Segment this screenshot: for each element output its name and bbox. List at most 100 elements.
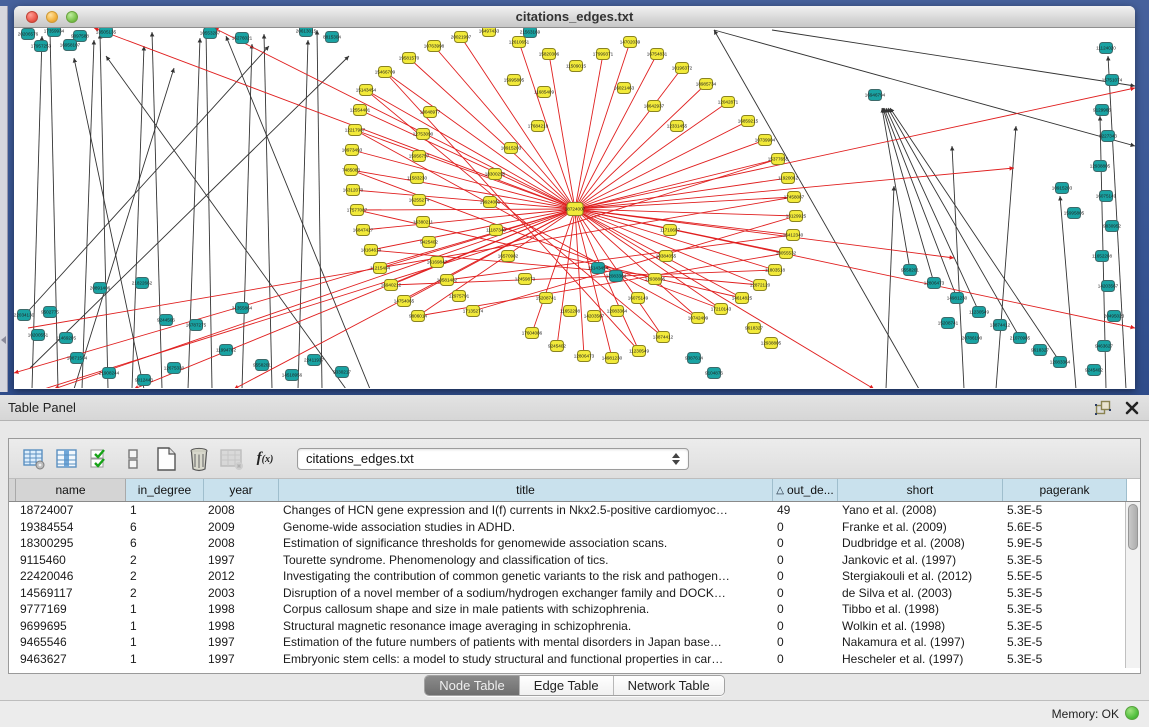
citation-edge-red[interactable]	[575, 209, 874, 388]
table-row[interactable]: 1872400712008Changes of HCN gene express…	[9, 502, 1140, 519]
graph-node-label: 12083364	[606, 274, 627, 279]
table-row[interactable]: 969969511998Structural magnetic resonanc…	[9, 618, 1140, 635]
citation-edge-red[interactable]	[575, 54, 657, 209]
column-header-short[interactable]: short	[838, 479, 1003, 501]
cell-title: Embryonic stem cells: a model to study s…	[279, 651, 773, 668]
cell-pagerank: 5.3E-5	[1003, 585, 1127, 602]
function-icon[interactable]: f(x)	[250, 444, 280, 474]
graph-node-label: 12083364	[607, 309, 628, 314]
graph-node-label: 19924001	[480, 200, 501, 205]
table-body: 1872400712008Changes of HCN gene express…	[9, 502, 1140, 668]
citation-edge-black[interactable]	[996, 126, 1016, 388]
trash-icon[interactable]	[184, 444, 214, 474]
status-bar: Memory: OK	[0, 700, 1149, 727]
network-window-titlebar[interactable]: citations_edges.txt	[14, 6, 1135, 28]
table-row[interactable]: 1456911722003Disruption of a novel membe…	[9, 585, 1140, 602]
row-checks-icon[interactable]	[85, 444, 115, 474]
memory-status-icon[interactable]	[1125, 706, 1139, 720]
citation-edge-red[interactable]	[94, 28, 575, 209]
column-header-gutter[interactable]	[9, 479, 16, 501]
graph-node-label: 11124020	[1096, 46, 1116, 51]
citation-edge-black[interactable]	[264, 34, 272, 388]
citation-edge-black[interactable]	[952, 146, 964, 388]
citation-edge-red[interactable]	[353, 190, 575, 209]
citation-edge-black[interactable]	[74, 68, 174, 388]
graph-node-label: 9425402	[420, 240, 438, 245]
scrollbar-thumb[interactable]	[1128, 504, 1138, 550]
vertical-scrollbar[interactable]	[1125, 502, 1140, 668]
graph-node-label: 10871504	[67, 356, 88, 361]
column-header-name[interactable]: name	[16, 479, 126, 501]
citation-edge-black[interactable]	[50, 32, 58, 388]
citation-edge-red[interactable]	[355, 130, 575, 209]
citation-edge-black[interactable]	[772, 30, 1135, 86]
cell-title: Corpus callosum shape and size in male p…	[279, 601, 773, 618]
table-settings-icon[interactable]	[19, 444, 49, 474]
citation-edge-black[interactable]	[890, 108, 1060, 362]
network-canvas[interactable]: 2020657617359934909758813505135179572531…	[14, 28, 1135, 388]
citation-edge-black[interactable]	[298, 40, 308, 388]
cell-name: 9115460	[16, 552, 126, 569]
cell-year: 2008	[204, 535, 279, 552]
cell-year: 1997	[204, 552, 279, 569]
graph-node-label: 12217987	[345, 128, 366, 133]
table-row[interactable]: 1830029562008Estimation of significance …	[9, 535, 1140, 552]
graph-node-label: 14754065	[394, 299, 415, 304]
graph-node-label: 20495023	[1104, 314, 1125, 319]
table-row[interactable]: 946554611997Estimation of the future num…	[9, 634, 1140, 651]
table-row[interactable]: 946362711997Embryonic stem cells: a mode…	[9, 651, 1140, 668]
table-disabled-icon	[217, 444, 247, 474]
tab-edge-table[interactable]: Edge Table	[520, 676, 614, 695]
citation-edge-red[interactable]	[214, 28, 575, 209]
graph-node-label: 17359934	[44, 29, 65, 34]
float-panel-icon[interactable]	[1095, 400, 1111, 416]
citation-edge-black[interactable]	[884, 108, 957, 298]
citation-edge-red[interactable]	[28, 197, 794, 328]
citation-edge-red[interactable]	[575, 102, 728, 209]
column-header-title[interactable]: title	[279, 479, 773, 501]
cell-year: 2009	[204, 519, 279, 536]
citation-edge-red[interactable]	[575, 209, 775, 270]
citation-edge-black[interactable]	[106, 56, 346, 388]
citation-edge-red[interactable]	[575, 209, 954, 258]
tab-node-table[interactable]: Node Table	[425, 676, 520, 695]
citation-edge-black[interactable]	[82, 40, 94, 388]
column-header-out_degree[interactable]: △out_de...	[773, 479, 838, 501]
cell-out_degree: 0	[773, 535, 838, 552]
network-svg: 2020657617359934909758813505135179572531…	[14, 28, 1135, 388]
cell-name: 9465546	[16, 634, 126, 651]
citation-edge-red[interactable]	[357, 209, 575, 210]
close-panel-icon[interactable]	[1125, 401, 1139, 415]
cell-out_degree: 0	[773, 618, 838, 635]
tab-network-table[interactable]: Network Table	[614, 676, 724, 695]
column-header-in_degree[interactable]: in_degree	[126, 479, 204, 501]
rows-icon[interactable]	[118, 444, 148, 474]
column-header-year[interactable]: year	[204, 479, 279, 501]
citation-edge-black[interactable]	[152, 32, 162, 388]
table-row[interactable]: 977716911998Corpus callosum shape and si…	[9, 601, 1140, 618]
panel-collapse-arrow-icon[interactable]	[1, 336, 6, 344]
cell-title: Disruption of a novel member of a sodium…	[279, 585, 773, 602]
table-row[interactable]: 1938455462009Genome-wide association stu…	[9, 519, 1140, 536]
table-select-dropdown[interactable]: citations_edges.txt	[297, 448, 689, 470]
table-columns-icon[interactable]	[52, 444, 82, 474]
column-header-pagerank[interactable]: pagerank	[1003, 479, 1127, 501]
graph-node-label: 14981230	[602, 356, 623, 361]
citation-edge-black[interactable]	[188, 38, 200, 388]
citation-edge-black[interactable]	[714, 30, 1135, 146]
citation-edge-black[interactable]	[886, 186, 894, 388]
table-row[interactable]: 2242004622012Investigating the contribut…	[9, 568, 1140, 585]
cell-in_degree: 1	[126, 601, 204, 618]
citation-edge-red[interactable]	[363, 209, 575, 230]
citation-edge-black[interactable]	[714, 30, 919, 388]
graph-node-label: 9227343	[1099, 134, 1117, 139]
cell-short: Franke et al. (2009)	[838, 519, 1003, 536]
graph-node-label: 13129925	[786, 214, 807, 219]
new-document-icon[interactable]	[151, 444, 181, 474]
cell-pagerank: 5.3E-5	[1003, 502, 1127, 519]
graph-node-label: 10196372	[672, 66, 693, 71]
graph-node-label: 8815304	[323, 35, 341, 40]
table-row[interactable]: 911546021997Tourette syndrome. Phenomeno…	[9, 552, 1140, 569]
citation-edge-red[interactable]	[549, 54, 575, 209]
graph-node-label: 16570982	[498, 254, 519, 259]
